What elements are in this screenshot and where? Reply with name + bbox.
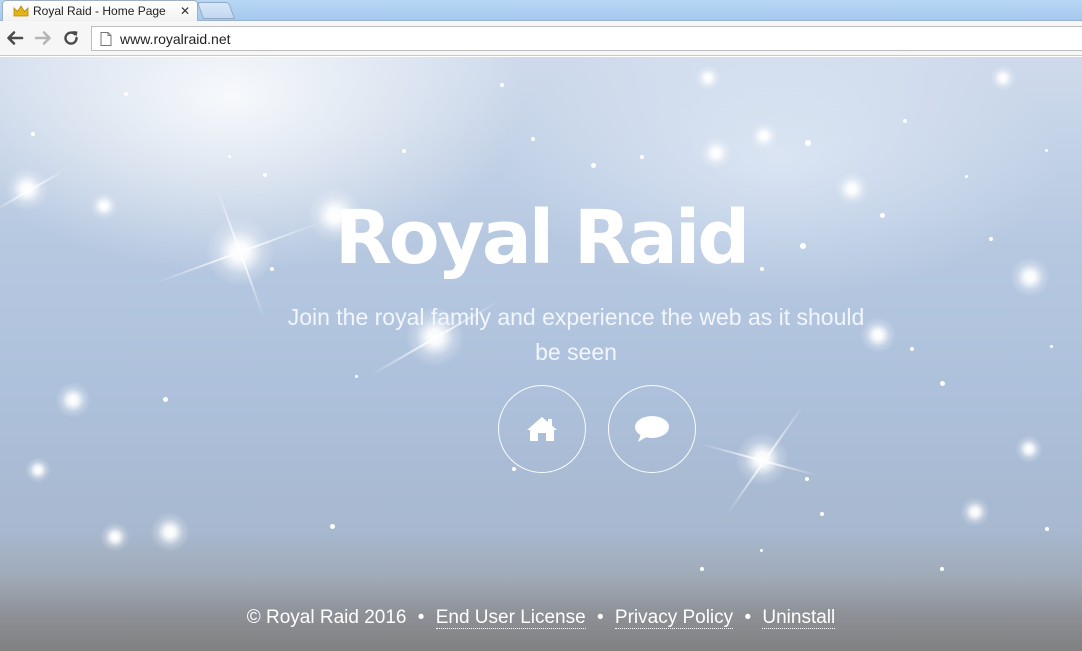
chat-button[interactable]	[608, 385, 696, 473]
reload-button[interactable]	[58, 25, 84, 51]
url-input[interactable]	[120, 30, 1082, 47]
back-arrow-icon	[7, 31, 24, 45]
end-user-license-link[interactable]: End User License	[435, 607, 586, 629]
chat-bubble-icon	[635, 416, 669, 442]
uninstall-link[interactable]: Uninstall	[762, 607, 836, 629]
hero-tagline: Join the royal family and experience the…	[287, 304, 865, 365]
new-tab-button[interactable]	[196, 2, 236, 19]
tab-close-icon[interactable]: ✕	[177, 4, 193, 18]
home-icon	[527, 417, 557, 441]
forward-button[interactable]	[30, 25, 56, 51]
page-viewport: Royal Raid Join the royal family and exp…	[0, 57, 1082, 651]
crown-icon	[13, 4, 29, 18]
tab-strip: Royal Raid - Home Page ✕	[0, 0, 1082, 21]
footer-separator: •	[596, 607, 604, 628]
address-bar[interactable]	[91, 26, 1082, 51]
hero-title: Royal Raid	[334, 195, 750, 281]
footer-separator: •	[744, 607, 752, 628]
privacy-policy-link[interactable]: Privacy Policy	[614, 607, 734, 629]
browser-toolbar	[0, 21, 1082, 56]
tab-title: Royal Raid - Home Page	[33, 4, 166, 18]
browser-tab[interactable]: Royal Raid - Home Page ✕	[2, 0, 198, 21]
footer-separator: •	[417, 607, 425, 628]
footer-copyright: © Royal Raid 2016	[246, 607, 407, 628]
footer: © Royal Raid 2016 • End User License • P…	[0, 607, 1082, 629]
forward-arrow-icon	[34, 31, 51, 45]
page-icon	[100, 31, 112, 46]
reload-icon	[64, 31, 78, 45]
home-button[interactable]	[498, 385, 586, 473]
back-button[interactable]	[2, 25, 28, 51]
